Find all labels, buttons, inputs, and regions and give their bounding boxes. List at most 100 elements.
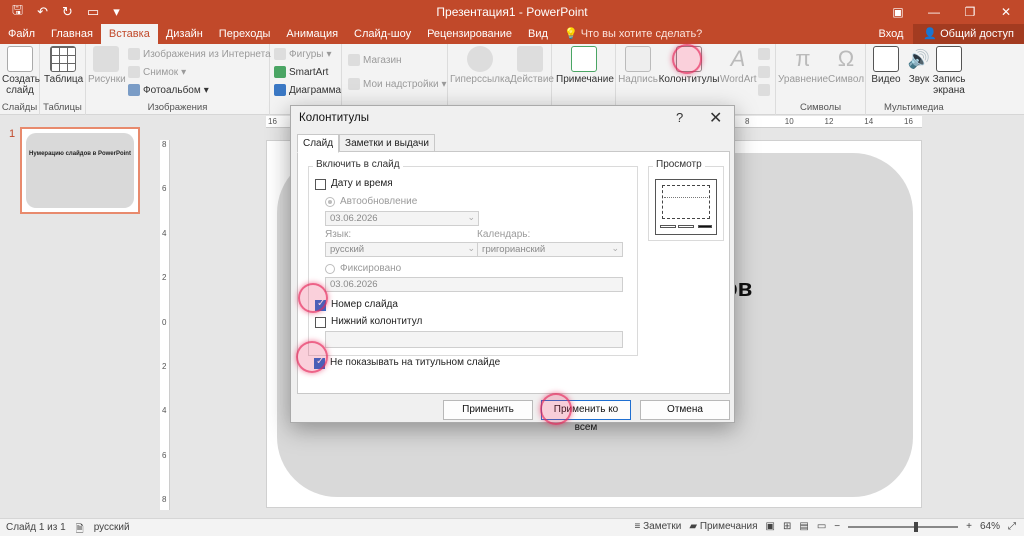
share-button[interactable]: 👤 Общий доступ — [913, 24, 1024, 44]
group-media-label: Мультимедиа — [884, 102, 944, 113]
chevron-down-icon: ▾ — [181, 66, 187, 78]
date-time-checkbox[interactable] — [315, 179, 326, 190]
redo-icon[interactable]: ↻ — [62, 4, 73, 20]
comment-button[interactable]: Примечание — [556, 46, 614, 85]
auto-date-select[interactable]: 03.06.2026 ⌄ — [325, 211, 479, 226]
photo-album-button[interactable]: Фотоальбом ▾ — [128, 84, 209, 96]
language-status[interactable]: русский — [94, 522, 130, 536]
slide-sorter-icon[interactable]: ⊞ — [783, 521, 791, 532]
fixed-radio[interactable] — [325, 264, 335, 274]
start-slideshow-icon[interactable]: ▭ — [87, 4, 99, 20]
fixed-date-input[interactable]: 03.06.2026 — [325, 277, 623, 292]
chevron-down-icon: ▾ — [203, 84, 209, 96]
normal-view-icon[interactable]: ▣ — [766, 521, 775, 532]
store-label: Магазин — [363, 54, 402, 66]
auto-update-label[interactable]: Автообновление — [340, 196, 417, 207]
chart-button[interactable]: Диаграмма — [274, 84, 341, 96]
tab-slide[interactable]: Слайд — [297, 134, 340, 153]
wordart-button[interactable]: A WordArt — [720, 46, 757, 85]
tab-view[interactable]: Вид — [520, 24, 556, 44]
comments-label: Примечания — [699, 521, 758, 532]
slide-number-label[interactable]: Номер слайда — [331, 299, 398, 310]
signature-line-icon[interactable] — [758, 48, 770, 60]
object-icon[interactable] — [758, 84, 770, 96]
window-controls: ▣ — ❐ ✕ — [880, 0, 1024, 24]
share-label: Общий доступ — [940, 28, 1014, 40]
tab-animations[interactable]: Анимация — [278, 24, 346, 44]
embed-object-icon — [758, 84, 770, 96]
zoom-in-icon[interactable]: + — [966, 521, 972, 532]
smartart-button[interactable]: SmartArt — [274, 66, 328, 78]
ribbon-display-icon[interactable]: ▣ — [880, 0, 916, 24]
tell-me-text: Что вы хотите сделать? — [580, 28, 703, 40]
ruler-tick: 12 — [824, 117, 834, 126]
shapes-button[interactable]: Фигуры ▾ — [274, 48, 332, 60]
hyperlink-button[interactable]: Гиперссылка — [450, 46, 510, 85]
reading-view-icon[interactable]: ▤ — [799, 521, 808, 532]
my-addins-button[interactable]: Мои надстройки ▾ — [348, 78, 447, 90]
screen-record-button[interactable]: Запись экрана — [932, 46, 966, 96]
table-button[interactable]: Таблица — [44, 46, 83, 85]
comment-add-icon — [571, 46, 597, 72]
store-button[interactable]: Магазин — [348, 54, 402, 66]
signin-link[interactable]: Вход — [869, 24, 914, 44]
footer-text-input[interactable] — [325, 331, 623, 348]
audio-button[interactable]: 🔊 Звук — [904, 46, 934, 85]
textbox-button[interactable]: Надпись — [618, 46, 658, 85]
tab-insert[interactable]: Вставка — [100, 24, 158, 44]
slideshow-view-icon[interactable]: ▭ — [817, 521, 826, 532]
zoom-out-icon[interactable]: − — [834, 521, 840, 532]
slide-thumbnail[interactable]: Нумерацию слайдов в PowerPoint — [20, 127, 140, 214]
quick-access-toolbar: 🖫 ↶ ↻ ▭ ▾ — [0, 1, 120, 23]
help-icon[interactable]: ? — [676, 110, 683, 125]
spellcheck-icon[interactable]: 🗎 — [76, 522, 84, 536]
tab-design[interactable]: Дизайн — [158, 24, 211, 44]
restore-icon[interactable]: ❐ — [952, 0, 988, 24]
minimize-icon[interactable]: — — [916, 0, 952, 24]
comments-button[interactable]: ▰ Примечания — [689, 521, 757, 532]
language-select[interactable]: русский ⌄ — [325, 242, 479, 257]
notes-button[interactable]: ≡ Заметки — [634, 521, 681, 532]
audio-label: Звук — [908, 74, 930, 85]
zoom-slider-knob[interactable] — [914, 521, 919, 532]
footer-label[interactable]: Нижний колонтитул — [331, 316, 422, 327]
zoom-level[interactable]: 64% — [980, 521, 1000, 532]
tell-me-box[interactable]: 💡 Что вы хотите сделать? — [556, 24, 710, 44]
zoom-slider[interactable] — [848, 521, 959, 532]
pictures-button[interactable]: Рисунки — [88, 46, 126, 85]
video-label: Видео — [871, 74, 901, 85]
dont-show-title-label[interactable]: Не показывать на титульном слайде — [330, 357, 500, 368]
video-button[interactable]: Видео — [868, 46, 904, 85]
calendar-select[interactable]: григорианский ⌄ — [477, 242, 623, 257]
save-icon[interactable]: 🖫 — [12, 1, 23, 23]
apply-button[interactable]: Применить — [443, 400, 533, 420]
online-pictures-button[interactable]: Изображения из Интернета — [128, 48, 271, 60]
equation-label: Уравнение — [778, 74, 829, 85]
fixed-label[interactable]: Фиксировано — [340, 263, 401, 274]
auto-update-radio[interactable] — [325, 197, 335, 207]
close-icon[interactable]: ✕ — [709, 108, 722, 128]
wordart-icon: A — [730, 46, 746, 71]
date-time-label[interactable]: Дату и время — [331, 178, 393, 189]
omega-icon: Ω — [837, 46, 855, 71]
cancel-button[interactable]: Отмена — [640, 400, 730, 420]
thumbnail-title: Нумерацию слайдов в PowerPoint — [29, 151, 131, 157]
fit-slide-icon[interactable]: ⤢ — [1008, 521, 1016, 532]
action-button[interactable]: Действие — [510, 46, 554, 85]
tab-slideshow[interactable]: Слайд-шоу — [346, 24, 419, 44]
tab-home[interactable]: Главная — [43, 24, 101, 44]
undo-icon[interactable]: ↶ — [37, 4, 48, 20]
symbol-button[interactable]: Ω Символ — [828, 46, 864, 85]
equation-button[interactable]: π Уравнение — [778, 46, 828, 85]
customize-qat-icon[interactable]: ▾ — [113, 4, 120, 20]
tab-review[interactable]: Рецензирование — [419, 24, 520, 44]
close-window-icon[interactable]: ✕ — [988, 0, 1024, 24]
action-icon — [517, 46, 543, 72]
new-slide-button[interactable]: Создать слайд — [2, 46, 40, 96]
date-time-icon[interactable] — [758, 66, 770, 78]
footer-checkbox[interactable] — [315, 317, 326, 328]
dialog-panel: Включить в слайд Дату и время Автообновл… — [297, 151, 730, 394]
screenshot-button[interactable]: Снимок ▾ — [128, 66, 186, 78]
tab-transitions[interactable]: Переходы — [211, 24, 279, 44]
tab-file[interactable]: Файл — [0, 24, 43, 44]
